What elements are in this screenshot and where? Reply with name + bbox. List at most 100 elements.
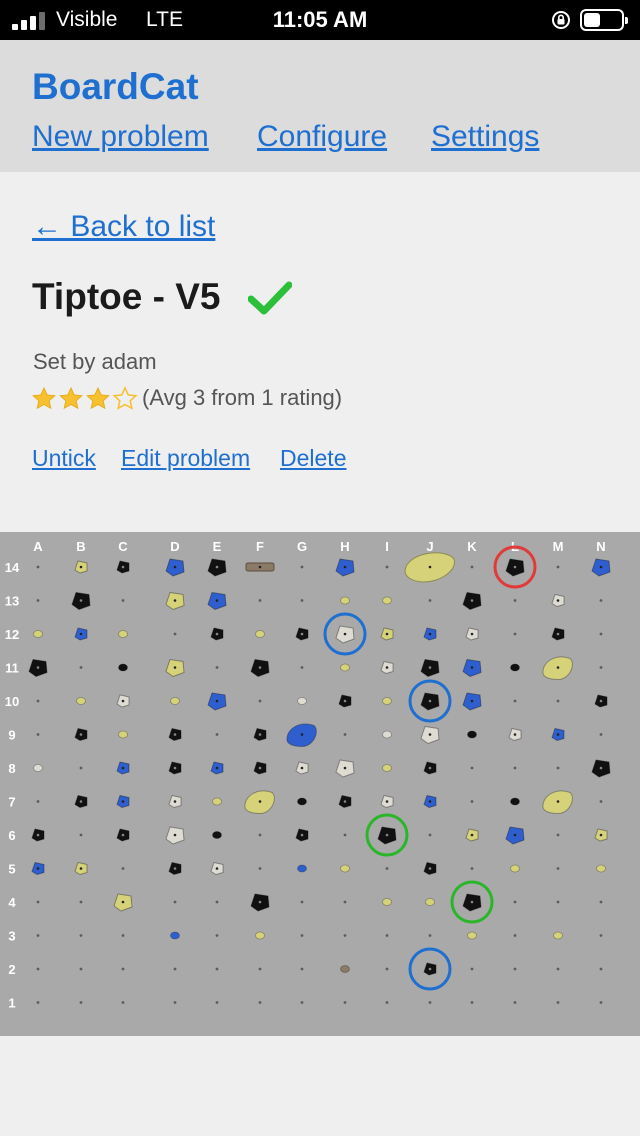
hold-bolt [428, 666, 432, 669]
hold-bolt [121, 766, 125, 770]
hold-bolt [173, 833, 177, 837]
hold-bolt [428, 967, 432, 971]
hold-yellow [340, 596, 350, 605]
hold-bolt [470, 599, 474, 602]
hold-black [510, 797, 520, 806]
grid-dot [556, 565, 560, 569]
delete-link[interactable]: Delete [280, 445, 346, 472]
grid-dot [599, 800, 603, 803]
hold-bolt [300, 733, 304, 736]
hold-bolt [215, 766, 219, 770]
grid-dot [215, 900, 219, 904]
row-label-7: 7 [8, 795, 15, 810]
hold-bolt [513, 833, 517, 837]
column-label-H: H [340, 539, 349, 554]
brand-title[interactable]: BoardCat [32, 66, 199, 108]
grid-dot [470, 766, 474, 770]
grid-dot [428, 934, 432, 937]
grid-dot [300, 565, 304, 569]
hold-bolt [173, 599, 177, 602]
grid-dot [258, 599, 262, 602]
row-label-2: 2 [8, 962, 15, 977]
hold-bolt [385, 632, 389, 636]
hold-bolt [79, 632, 83, 636]
grid-dot [385, 967, 389, 971]
hold-bolt [428, 632, 432, 636]
hold-white [382, 730, 392, 739]
column-label-A: A [33, 539, 43, 554]
back-to-list-link[interactable]: ← Back to list [32, 210, 215, 244]
grid-dot [343, 833, 347, 837]
grid-dot [513, 967, 517, 971]
grid-dot [36, 565, 40, 569]
hold-bolt [428, 733, 432, 736]
climbing-board[interactable]: A B C D E F G H I J K L M N 14 13 12 11 10 9 8 7 6 5 4 3 2 1 [0, 532, 640, 1036]
hold-bolt [173, 766, 177, 770]
column-label-B: B [76, 539, 85, 554]
grid-dot [470, 800, 474, 803]
column-label-C: C [118, 539, 128, 554]
grid-dot [36, 1001, 40, 1004]
grid-dot [258, 1001, 262, 1004]
grid-dot [121, 934, 125, 937]
hold-blue [170, 931, 180, 940]
hold-black [118, 663, 128, 672]
rating-summary: (Avg 3 from 1 rating) [142, 385, 343, 410]
hold-bolt [428, 565, 432, 569]
hold-bolt [121, 900, 125, 904]
column-label-I: I [385, 539, 389, 554]
grid-dot [556, 699, 560, 703]
hold-bolt [556, 733, 560, 736]
grid-dot [599, 900, 603, 904]
hold-bolt [121, 699, 125, 703]
hold-bolt [428, 867, 432, 870]
grid-dot [513, 699, 517, 703]
grid-dot [556, 833, 560, 837]
row-label-6: 6 [8, 828, 15, 843]
grid-dot [385, 1001, 389, 1004]
star-filled-icon [32, 386, 56, 410]
hold-yellow [340, 864, 350, 873]
hold-bolt [121, 565, 125, 569]
hold-yellow [596, 864, 606, 873]
grid-dot [300, 599, 304, 602]
grid-dot [556, 900, 560, 904]
row-label-13: 13 [5, 594, 19, 609]
hold-black [467, 730, 477, 739]
hold-bolt [79, 565, 83, 569]
board-canvas: A B C D E F G H I J K L M N1413121110987654321 [5, 539, 611, 1011]
grid-dot [121, 967, 125, 971]
hold-bolt [470, 666, 474, 669]
grid-dot [215, 967, 219, 971]
nav-new-problem[interactable]: New problem [32, 120, 209, 154]
grid-dot [470, 565, 474, 569]
hold-yellow [33, 630, 43, 638]
nav-settings[interactable]: Settings [431, 120, 539, 154]
hold-bolt [300, 833, 304, 837]
hold-yellow [170, 697, 180, 705]
grid-dot [258, 867, 262, 870]
nav-configure[interactable]: Configure [257, 120, 387, 154]
grid-dot [258, 699, 262, 703]
grid-dot [513, 900, 517, 904]
hold-bolt [215, 867, 219, 870]
grid-dot [79, 967, 83, 971]
hold-bolt [79, 800, 83, 803]
hold-bolt [258, 900, 262, 904]
untick-link[interactable]: Untick [32, 445, 96, 472]
hold-bolt [556, 666, 560, 669]
hold-bolt [79, 733, 83, 736]
edit-problem-link[interactable]: Edit problem [121, 445, 250, 472]
grid-dot [258, 833, 262, 837]
hold-bolt [215, 565, 219, 569]
hold-yellow [340, 663, 350, 672]
row-label-14: 14 [5, 560, 20, 575]
hold-bolt [79, 867, 83, 870]
grid-dot [513, 766, 517, 770]
hold-bolt [173, 666, 177, 669]
app-header: BoardCat New problem Configure Settings [0, 40, 640, 172]
hold-bolt [173, 565, 177, 569]
grid-dot [599, 599, 603, 602]
hold-bolt [428, 766, 432, 770]
grid-dot [79, 833, 83, 837]
